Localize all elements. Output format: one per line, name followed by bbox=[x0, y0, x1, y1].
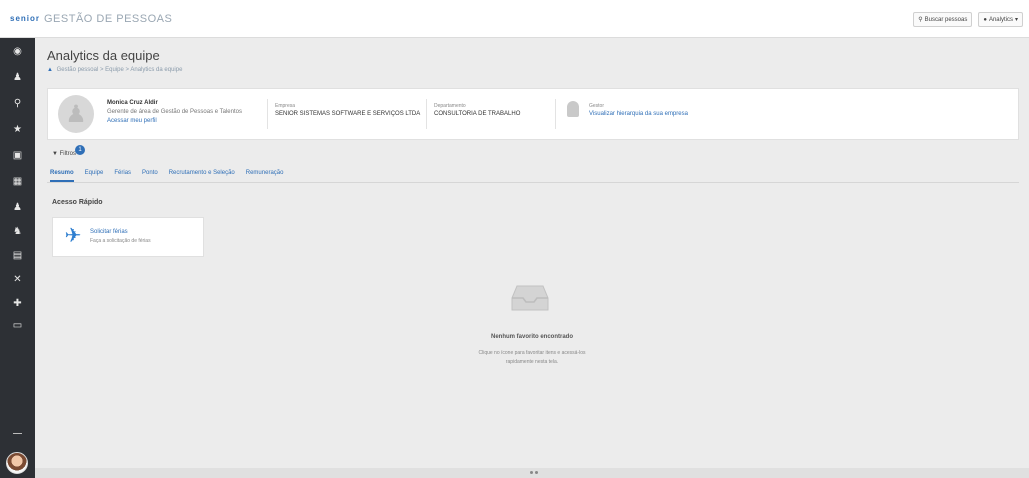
avatar[interactable] bbox=[6, 452, 28, 474]
department-label: Departamento bbox=[434, 103, 466, 109]
filter-button[interactable]: ▼ Filtros bbox=[52, 151, 76, 157]
user-icon: ● bbox=[983, 16, 987, 23]
profile-role: Gerente de área de Gestão de Pessoas e T… bbox=[107, 109, 242, 115]
pager-dots[interactable] bbox=[530, 471, 538, 475]
sidebar: ◉ ♟ ⚲ ★ ▣ ▦ ♟ ♞ ▤ ✕ ✚ ▭ bbox=[0, 38, 35, 478]
profile-name: Monica Cruz Aldir bbox=[107, 100, 158, 106]
breadcrumb-item[interactable]: Gestão pessoal bbox=[57, 67, 99, 73]
airplane-icon: ✈ bbox=[64, 225, 82, 247]
divider bbox=[555, 99, 556, 129]
user-icon[interactable]: ♟ bbox=[0, 68, 35, 86]
tab-remuneracao[interactable]: Remuneração bbox=[246, 166, 284, 182]
breadcrumb-item: Analytics da equipe bbox=[130, 67, 183, 73]
org-icon[interactable]: ♞ bbox=[0, 222, 35, 240]
quick-card-title: Solicitar férias bbox=[90, 229, 128, 235]
home-icon[interactable]: ◉ bbox=[0, 42, 35, 60]
home-icon[interactable]: ▲ bbox=[47, 67, 53, 73]
top-actions: ⚲ Buscar pessoas ● Analytics ▾ bbox=[913, 12, 1023, 27]
search-icon: ⚲ bbox=[918, 17, 923, 23]
filter-icon: ▼ bbox=[52, 151, 58, 157]
breadcrumb: ▲ Gestão pessoal > Equipe > Analytics da… bbox=[47, 67, 183, 73]
inbox-icon bbox=[511, 285, 549, 311]
module-title: GESTÃO DE PESSOAS bbox=[44, 13, 173, 25]
sidebar-divider bbox=[13, 433, 22, 434]
quick-card-subtitle: Faça a solicitação de férias bbox=[90, 238, 151, 244]
tab-recrutamento[interactable]: Recrutamento e Seleção bbox=[169, 166, 235, 182]
divider bbox=[267, 99, 268, 129]
empty-state-line: Clique no ícone para favoritar itens e a… bbox=[478, 350, 586, 356]
pager-dot[interactable] bbox=[535, 471, 538, 474]
empty-state-line: rapidamente nesta tela. bbox=[505, 359, 559, 365]
user-menu-button[interactable]: ● Analytics ▾ bbox=[978, 12, 1023, 27]
tab-bar: Resumo Equipe Férias Ponto Recrutamento … bbox=[47, 166, 1019, 183]
briefcase-icon[interactable]: ▣ bbox=[0, 146, 35, 164]
people-icon[interactable]: ♟ bbox=[0, 198, 35, 216]
chevron-down-icon: ▾ bbox=[1014, 17, 1018, 23]
star-icon[interactable]: ★ bbox=[0, 120, 35, 138]
plus-icon[interactable]: ✚ bbox=[0, 294, 35, 312]
company-value: SENIOR SISTEMAS SOFTWARE E SERVIÇOS LTDA bbox=[275, 111, 421, 117]
company-label: Empresa bbox=[275, 103, 296, 109]
search-people-label: Buscar pessoas bbox=[924, 16, 968, 23]
search-icon[interactable]: ⚲ bbox=[0, 94, 35, 112]
chart-icon[interactable]: ▤ bbox=[0, 246, 35, 264]
monitor-icon[interactable]: ▭ bbox=[0, 316, 35, 334]
filter-count-badge: 1 bbox=[75, 145, 85, 155]
top-bar: senior GESTÃO DE PESSOAS ⚲ Buscar pessoa… bbox=[0, 0, 1029, 38]
user-menu-label: Analytics bbox=[988, 16, 1013, 23]
main-content: Analytics da equipe ▲ Gestão pessoal > E… bbox=[35, 38, 1029, 478]
department-value: CONSULTORIA DE TRABALHO bbox=[434, 111, 521, 117]
tab-equipe[interactable]: Equipe bbox=[85, 166, 104, 182]
tab-ponto[interactable]: Ponto bbox=[142, 166, 158, 182]
pager-dot[interactable] bbox=[530, 471, 533, 474]
divider bbox=[426, 99, 427, 129]
quick-access-title: Acesso Rápido bbox=[52, 199, 103, 206]
quick-access-card[interactable]: ✈ Solicitar férias Faça a solicitação de… bbox=[52, 217, 204, 257]
page-title: Analytics da equipe bbox=[47, 48, 160, 63]
building-icon[interactable]: ▦ bbox=[0, 172, 35, 190]
tab-ferias[interactable]: Férias bbox=[114, 166, 131, 182]
empty-state-title: Nenhum favorito encontrado bbox=[490, 334, 573, 340]
breadcrumb-item[interactable]: Equipe bbox=[105, 67, 124, 73]
manager-label: Gestor bbox=[589, 103, 605, 109]
tab-resumo[interactable]: Resumo bbox=[50, 166, 74, 182]
empty-state-description: Clique no ícone para favoritar itens e a… bbox=[35, 349, 1029, 367]
profile-link[interactable]: Acessar meu perfil bbox=[107, 118, 157, 124]
filter-label: Filtros bbox=[59, 151, 76, 157]
app-logo[interactable]: senior bbox=[10, 14, 40, 23]
manager-link[interactable]: Visualizar hierarquia da sua empresa bbox=[589, 111, 688, 117]
tools-icon[interactable]: ✕ bbox=[0, 270, 35, 288]
profile-photo: ♟ bbox=[58, 95, 94, 133]
profile-card: ♟ Monica Cruz Aldir Gerente de área de G… bbox=[47, 88, 1019, 140]
manager-icon bbox=[567, 101, 579, 117]
search-people-button[interactable]: ⚲ Buscar pessoas bbox=[913, 12, 973, 27]
